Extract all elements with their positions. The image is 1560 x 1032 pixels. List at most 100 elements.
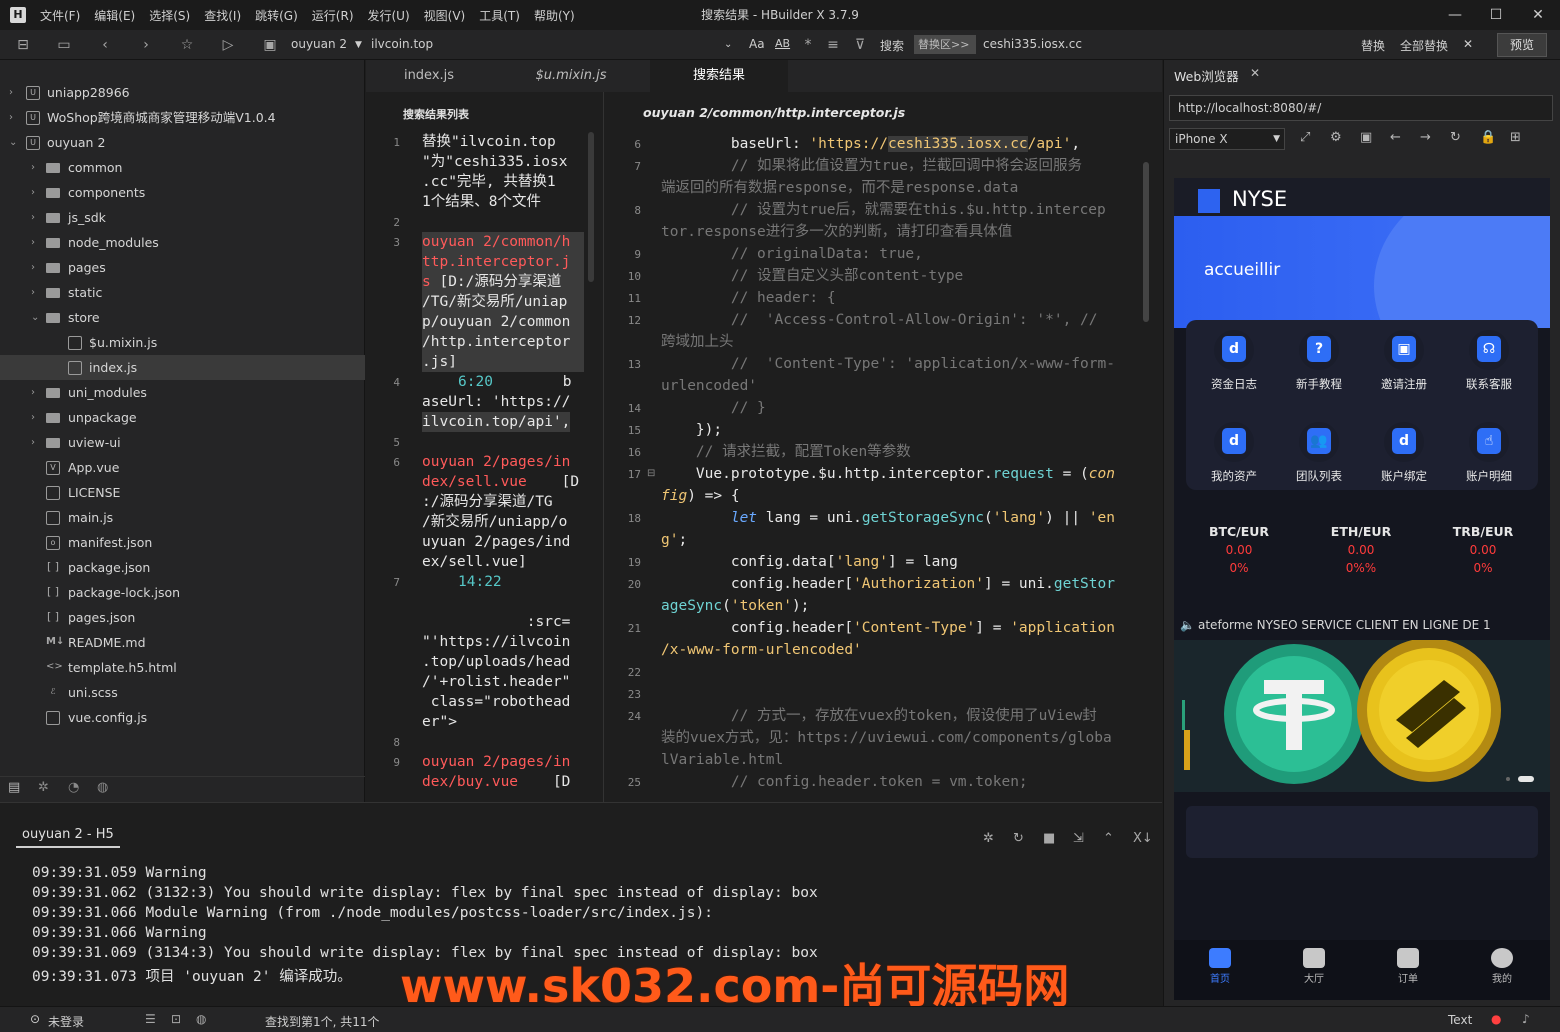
- save-icon[interactable]: ▭: [55, 36, 73, 54]
- tree-item-pages[interactable]: › pages: [0, 255, 365, 280]
- grid-item-invite[interactable]: ▣ 邀请注册: [1360, 330, 1448, 392]
- menu-goto[interactable]: 跳转(G): [255, 7, 298, 24]
- nav-home[interactable]: 首页: [1190, 948, 1250, 985]
- search-query[interactable]: ilvcoin.top: [371, 37, 433, 51]
- tree-item-index-js[interactable]: index.js: [0, 355, 365, 380]
- result-file-sell-vue[interactable]: ouyuan 2/pages/in dex/sell.vue [D:/源码分享渠道…: [422, 452, 579, 572]
- lock-icon[interactable]: 🔒: [1480, 130, 1496, 145]
- plugin-icon[interactable]: ◍: [97, 780, 108, 795]
- rotate-icon[interactable]: ⤢: [1300, 130, 1310, 145]
- settings-icon[interactable]: ⚙: [1330, 130, 1342, 145]
- forward-icon[interactable]: →: [1420, 130, 1431, 145]
- new-file-icon[interactable]: ⊟: [14, 36, 32, 54]
- tree-item-vue-config-js[interactable]: vue.config.js: [0, 705, 365, 730]
- project-dropdown-icon[interactable]: ▼: [355, 40, 362, 50]
- tree-item-manifest-json[interactable]: o manifest.json: [0, 530, 365, 555]
- tree-item-app-vue[interactable]: V App.vue: [0, 455, 365, 480]
- notice-bar[interactable]: 🔈 ateforme NYSEO SERVICE CLIENT EN LIGNE …: [1174, 610, 1550, 640]
- tree-item-package-json[interactable]: [ ] package.json: [0, 555, 365, 580]
- tree-item-woshop[interactable]: › U WoShop跨境商城商家管理移动端V1.0.4: [0, 105, 365, 130]
- tree-item-common[interactable]: › common: [0, 155, 365, 180]
- market-trb[interactable]: TRB/EUR 0.00 0%: [1428, 524, 1538, 575]
- plugin-icon[interactable]: ◍: [196, 1012, 206, 1026]
- replace-input[interactable]: ceshi335.iosx.cc: [983, 37, 1082, 51]
- chevron-up-icon[interactable]: ⌃: [1103, 831, 1114, 846]
- market-eth[interactable]: ETH/EUR 0.00 0%%: [1306, 524, 1416, 575]
- regex-icon[interactable]: *: [799, 36, 817, 54]
- tree-item-template-html[interactable]: <> template.h5.html: [0, 655, 365, 680]
- grid-item-fund-log[interactable]: d 资金日志: [1190, 330, 1278, 392]
- tree-item-uni-modules[interactable]: › uni_modules: [0, 380, 365, 405]
- menu-select[interactable]: 选择(S): [149, 7, 190, 24]
- chevron-down-icon[interactable]: ⌄: [724, 39, 732, 50]
- tree-item-pages-json[interactable]: [ ] pages.json: [0, 605, 365, 630]
- browser-tab[interactable]: Web浏览器: [1174, 66, 1239, 85]
- match-case-toggle[interactable]: Aa: [749, 37, 765, 51]
- preview-button[interactable]: 预览: [1497, 33, 1547, 57]
- results-scrollbar[interactable]: [588, 132, 594, 282]
- project-name[interactable]: ouyuan 2: [291, 37, 347, 51]
- result-file-http-interceptor[interactable]: ouyuan 2/common/h ttp.interceptor.j s [D:/…: [422, 232, 584, 372]
- restart-icon[interactable]: ↻: [1013, 831, 1024, 846]
- menu-tools[interactable]: 工具(T): [479, 7, 520, 24]
- menu-view[interactable]: 视图(V): [424, 7, 466, 24]
- grid-item-bind[interactable]: d 账户绑定: [1360, 422, 1448, 484]
- close-browser-icon[interactable]: ✕: [1250, 66, 1260, 80]
- back-icon[interactable]: ←: [1390, 130, 1401, 145]
- minimize-icon[interactable]: —: [1444, 4, 1466, 26]
- stop-icon[interactable]: ■: [1043, 831, 1055, 846]
- device-select[interactable]: iPhone X ▼: [1169, 128, 1285, 150]
- fold-icon[interactable]: ⊟: [647, 468, 655, 479]
- bell-icon[interactable]: ♪: [1522, 1012, 1530, 1026]
- grid-item-details[interactable]: ☝ 账户明细: [1445, 422, 1533, 484]
- folder-icon[interactable]: ▣: [261, 36, 279, 54]
- run-icon[interactable]: ▷: [219, 36, 237, 54]
- user-icon[interactable]: ⊙: [30, 1012, 40, 1026]
- market-btc[interactable]: BTC/EUR 0.00 0%: [1184, 524, 1294, 575]
- language-mode[interactable]: Text: [1448, 1013, 1472, 1027]
- clear-console-icon[interactable]: X↓: [1133, 831, 1153, 846]
- close-icon[interactable]: ✕: [1527, 4, 1549, 26]
- filter-icon[interactable]: ⊽: [851, 36, 869, 54]
- nav-mine[interactable]: 我的: [1472, 948, 1532, 985]
- result-match-2[interactable]: 14:22 :src= "'https://ilvcoin .top/uploads…: [422, 572, 570, 732]
- grid-item-assets[interactable]: d 我的资产: [1190, 422, 1278, 484]
- tree-item-node-modules[interactable]: › node_modules: [0, 230, 365, 255]
- debug-icon[interactable]: ✲: [38, 780, 49, 795]
- list-icon[interactable]: ≡: [824, 36, 842, 54]
- tree-item-readme[interactable]: M↓ README.md: [0, 630, 365, 655]
- tree-item-unpackage[interactable]: › unpackage: [0, 405, 365, 430]
- star-icon[interactable]: ☆: [178, 36, 196, 54]
- grid-item-support[interactable]: ☊ 联系客服: [1445, 330, 1533, 392]
- tree-item-main-js[interactable]: main.js: [0, 505, 365, 530]
- tree-item-uview-ui[interactable]: › uview-ui: [0, 430, 365, 455]
- open-external-icon[interactable]: ⇲: [1073, 831, 1084, 846]
- menu-publish[interactable]: 发行(U): [368, 7, 410, 24]
- forward-icon[interactable]: ›: [137, 36, 155, 54]
- explorer-icon[interactable]: ▤: [8, 780, 20, 795]
- terminal-icon[interactable]: ⊡: [171, 1012, 181, 1026]
- debug-icon[interactable]: ✲: [983, 831, 994, 846]
- result-file-buy-vue[interactable]: ouyuan 2/pages/in dex/buy.vue [D: [422, 752, 570, 792]
- whole-word-toggle[interactable]: AB: [775, 37, 790, 50]
- replace-all-button[interactable]: 全部替换: [1400, 37, 1448, 54]
- nav-orders[interactable]: 订单: [1378, 948, 1438, 985]
- qr-code-icon[interactable]: ⊞: [1510, 130, 1521, 145]
- menu-find[interactable]: 查找(I): [204, 7, 241, 24]
- tree-item-u-mixin-js[interactable]: $u.mixin.js: [0, 330, 365, 355]
- grid-item-team[interactable]: 👥 团队列表: [1275, 422, 1363, 484]
- code-scrollbar[interactable]: [1143, 162, 1149, 322]
- result-match-1[interactable]: 6:20 b aseUrl: 'https:// ilvcoin.top/api',: [422, 372, 572, 432]
- tree-item-package-lock-json[interactable]: [ ] package-lock.json: [0, 580, 365, 605]
- tree-item-license[interactable]: LICENSE: [0, 480, 365, 505]
- tree-item-static[interactable]: › static: [0, 280, 365, 305]
- list-icon[interactable]: ☰: [145, 1012, 156, 1026]
- screenshot-icon[interactable]: ▣: [1360, 130, 1372, 145]
- console-tab[interactable]: ouyuan 2 - H5: [16, 827, 120, 848]
- replace-area-label[interactable]: 替换区>>: [914, 35, 976, 54]
- menu-run[interactable]: 运行(R): [312, 7, 354, 24]
- back-icon[interactable]: ‹: [96, 36, 114, 54]
- tab-search-results[interactable]: 搜索结果: [650, 60, 788, 92]
- refresh-icon[interactable]: ↻: [1450, 130, 1461, 145]
- url-input[interactable]: http://localhost:8080/#/: [1169, 95, 1553, 121]
